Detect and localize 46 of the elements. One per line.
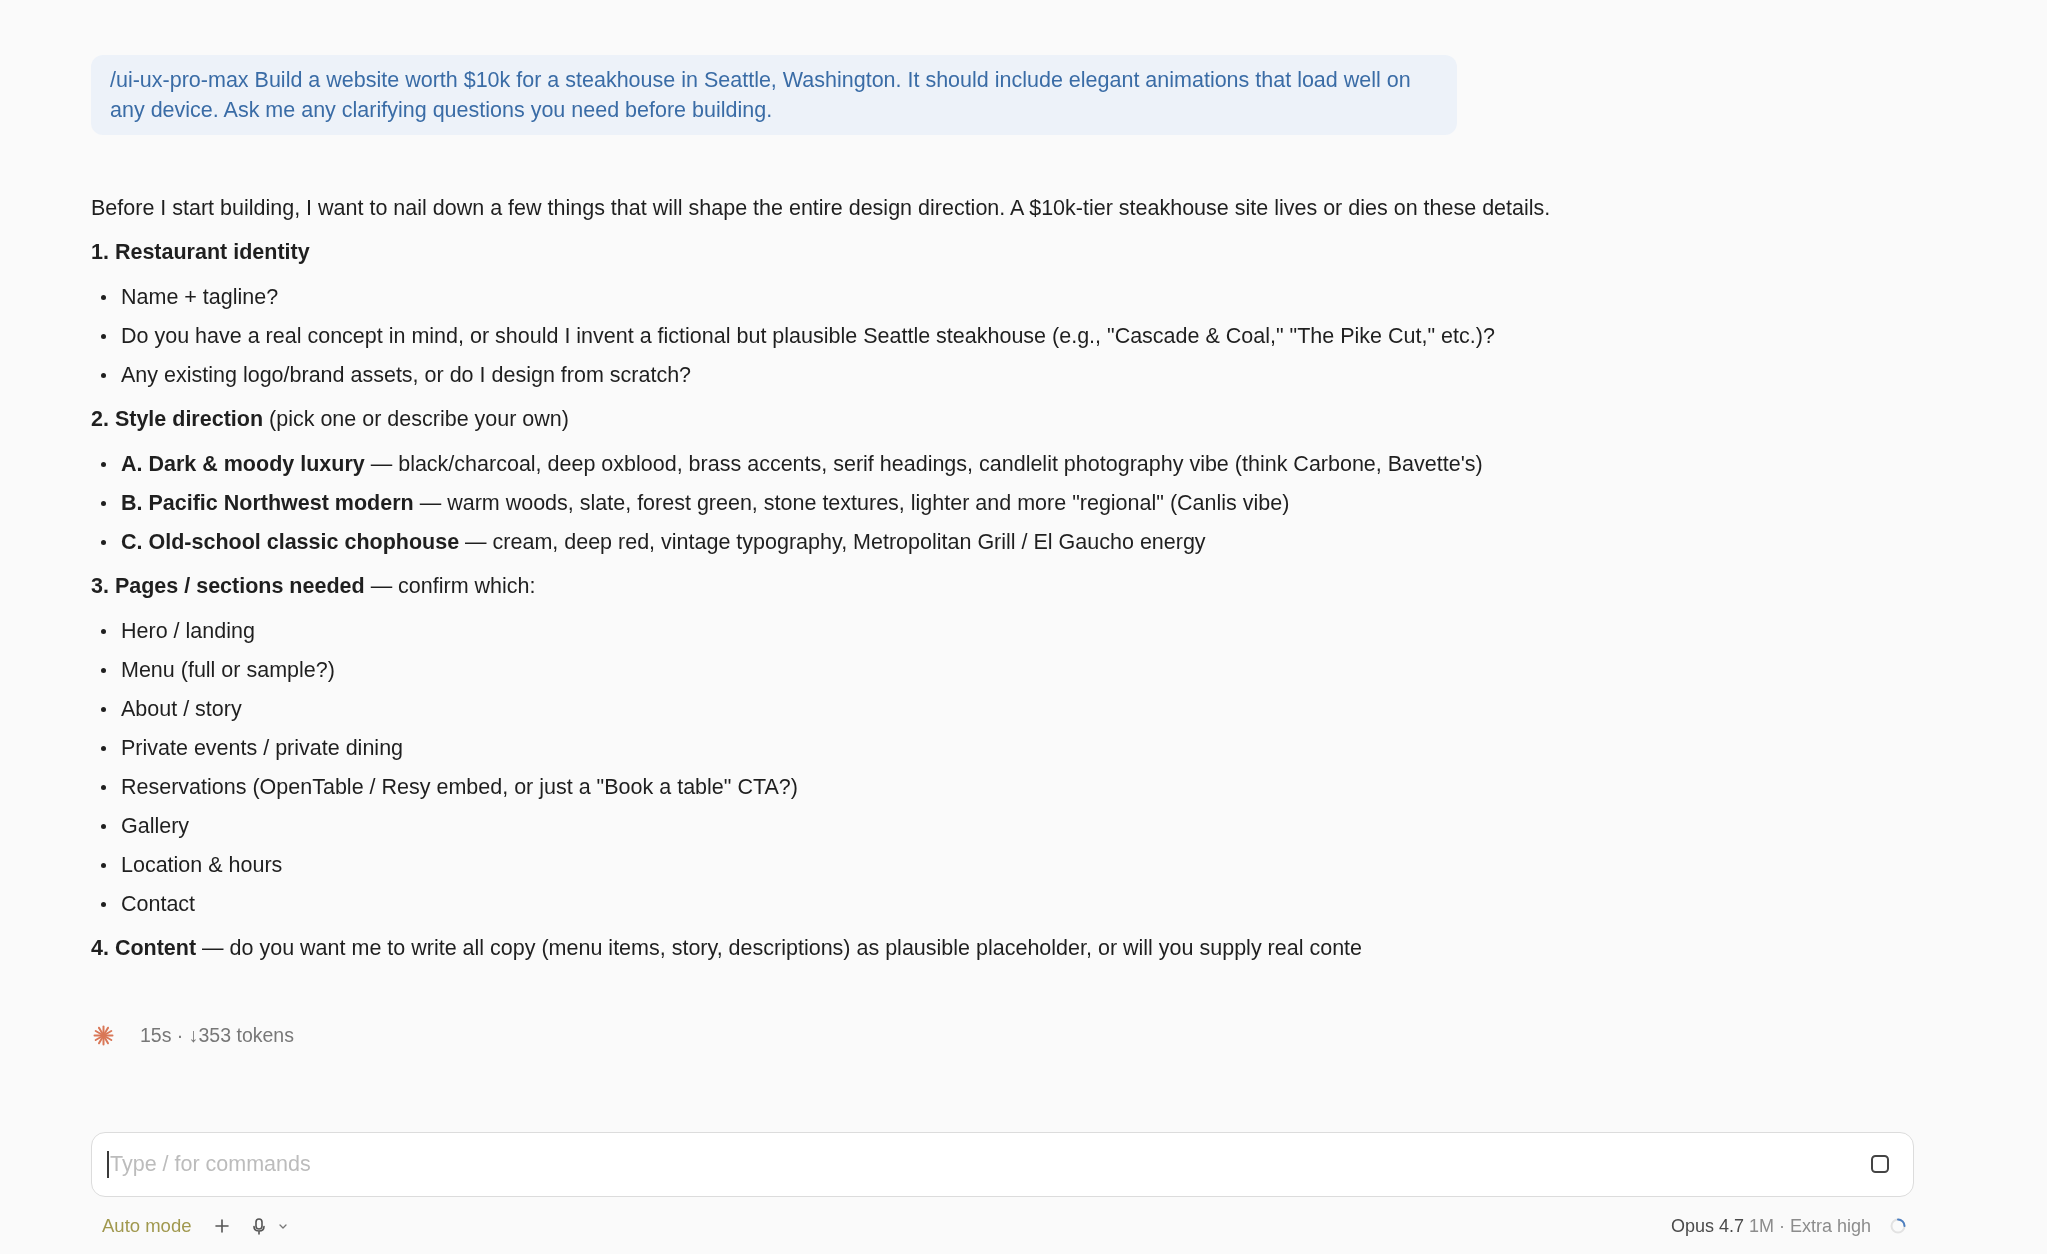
list-item-text: C. Old-school classic chophouse — cream, deep red, vintage typography, Metropolitan Grill / El Gaucho energy bbox=[121, 529, 1206, 556]
list-item-text: Menu (full or sample?) bbox=[121, 657, 335, 684]
auto-mode-button[interactable]: Auto mode bbox=[102, 1214, 192, 1238]
plus-icon[interactable] bbox=[215, 1219, 230, 1233]
response-intro: Before I start building, I want to nail down a few things that will shape the entire design direction. A $10k-tier steakhouse site lives or dies on these details. bbox=[91, 195, 1552, 222]
text-cursor-icon bbox=[107, 1151, 109, 1178]
status-text: 15s · ↓353 tokens bbox=[140, 1023, 294, 1048]
list-item-text: Location & hours bbox=[121, 852, 283, 879]
loading-spinner-icon bbox=[1890, 1218, 1906, 1234]
list-item-text: B. Pacific Northwest modern — warm woods, slate, forest green, stone textures, lighter and more "regional" (Canlis vibe) bbox=[121, 490, 1290, 517]
message-input[interactable]: Type / for commands bbox=[91, 1132, 1914, 1197]
list-item-text: Hero / landing bbox=[121, 618, 255, 645]
user-message: /ui-ux-pro-max Build a website worth $10k for a steakhouse in Seattle, Washington. It should include elegant animations that load well on any device. Ask me any clarifying questions you need before building. bbox=[91, 55, 1457, 135]
bullet-icon bbox=[101, 539, 106, 545]
list-item-text: Any existing logo/brand assets, or do I design from scratch? bbox=[121, 362, 692, 389]
section-heading: 3. Pages / sections needed — confirm which: bbox=[91, 573, 537, 600]
section-heading: 4. Content — do you want me to write all copy (menu items, story, descriptions) as plausible placeholder, or will you supply real conte bbox=[91, 935, 1364, 962]
microphone-icon[interactable] bbox=[253, 1217, 266, 1235]
bullet-icon bbox=[101, 461, 106, 467]
bullet-icon bbox=[101, 372, 106, 378]
bullet-icon bbox=[101, 500, 106, 506]
model-details[interactable]: 1M · Extra high bbox=[1748, 1214, 1871, 1238]
bullet-icon bbox=[101, 823, 106, 829]
bullet-icon bbox=[101, 745, 106, 751]
bullet-icon bbox=[101, 784, 106, 790]
list-item-text: About / story bbox=[121, 696, 242, 723]
list-item-text: Contact bbox=[121, 891, 196, 918]
model-name[interactable]: Opus 4.7 bbox=[1670, 1214, 1744, 1238]
bullet-icon bbox=[101, 862, 106, 868]
list-item-text: Do you have a real concept in mind, or should I invent a fictional but plausible Seattle steakhouse (e.g., "Cascade & Coal," "The Pike Cut," etc.)? bbox=[121, 323, 1495, 350]
bullet-icon bbox=[101, 628, 106, 634]
list-item-text: Private events / private dining bbox=[121, 735, 404, 762]
chevron-down-icon[interactable] bbox=[279, 1223, 288, 1229]
section-heading: 1. Restaurant identity bbox=[91, 239, 311, 266]
bullet-icon bbox=[101, 901, 106, 907]
bullet-icon bbox=[101, 667, 106, 673]
bullet-icon bbox=[101, 294, 106, 300]
asterisk-icon bbox=[93, 1024, 114, 1046]
list-item-text: A. Dark & moody luxury — black/charcoal, deep oxblood, brass accents, serif headings, candlelit photography vibe (think Carbone, Bavette's) bbox=[121, 451, 1483, 478]
list-item-text: Name + tagline? bbox=[121, 284, 279, 311]
section-heading: 2. Style direction (pick one or describe your own) bbox=[91, 406, 570, 433]
list-item-text: Gallery bbox=[121, 813, 190, 840]
bullet-icon bbox=[101, 706, 106, 712]
stop-icon[interactable] bbox=[1871, 1155, 1889, 1173]
bullet-icon bbox=[101, 333, 106, 339]
list-item-text: Reservations (OpenTable / Resy embed, or just a "Book a table" CTA?) bbox=[121, 774, 798, 801]
